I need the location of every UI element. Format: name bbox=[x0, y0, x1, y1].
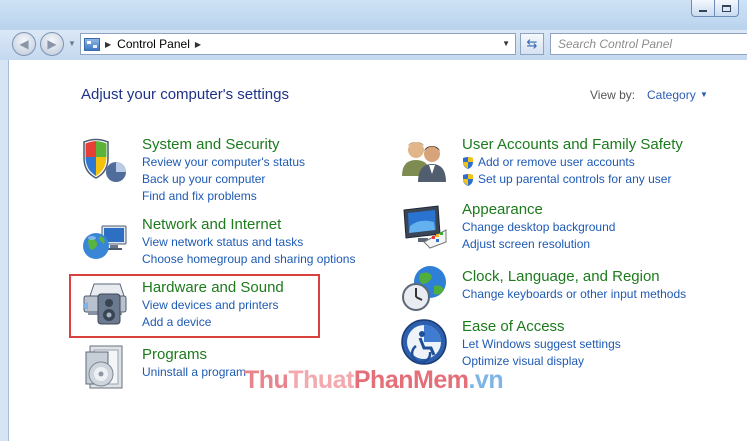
view-by-label: View by: bbox=[590, 88, 636, 102]
shield-icon[interactable] bbox=[80, 136, 128, 184]
monitor-palette-icon[interactable] bbox=[400, 202, 448, 250]
link-add-remove-accounts-label: Add or remove user accounts bbox=[478, 155, 635, 169]
link-windows-suggest-settings[interactable]: Let Windows suggest settings bbox=[462, 336, 621, 353]
category-appearance: Appearance Change desktop background Adj… bbox=[462, 201, 615, 253]
control-panel-icon bbox=[84, 37, 100, 51]
minimize-icon bbox=[699, 9, 707, 12]
link-change-keyboards[interactable]: Change keyboards or other input methods bbox=[462, 286, 686, 303]
maximize-icon bbox=[722, 4, 731, 12]
chevron-down-icon[interactable]: ▼ bbox=[700, 90, 708, 99]
breadcrumb-separator-icon[interactable]: ▶ bbox=[105, 40, 111, 49]
category-title-system-and-security[interactable]: System and Security bbox=[142, 136, 305, 154]
maximize-button[interactable] bbox=[715, 0, 739, 17]
watermark-part-3: PhanMem bbox=[353, 366, 469, 394]
window-controls bbox=[691, 0, 739, 17]
breadcrumb-control-panel[interactable]: Control Panel bbox=[117, 37, 190, 51]
highlight-box bbox=[69, 274, 320, 338]
minimize-button[interactable] bbox=[691, 0, 715, 17]
search-input[interactable]: Search Control Panel bbox=[550, 33, 747, 55]
forward-button[interactable]: ▶ bbox=[40, 32, 64, 56]
category-title-clock-language-region[interactable]: Clock, Language, and Region bbox=[462, 268, 686, 286]
link-change-desktop-background[interactable]: Change desktop background bbox=[462, 219, 615, 236]
forward-arrow-icon: ▶ bbox=[47, 37, 57, 51]
category-clock-language-region: Clock, Language, and Region Change keybo… bbox=[462, 268, 686, 303]
category-title-network-and-internet[interactable]: Network and Internet bbox=[142, 216, 355, 234]
address-dropdown-icon[interactable]: ▼ bbox=[502, 39, 510, 48]
back-button[interactable]: ◀ bbox=[12, 32, 36, 56]
search-placeholder: Search Control Panel bbox=[558, 37, 673, 51]
window-frame-left bbox=[0, 60, 8, 441]
breadcrumb-separator-icon[interactable]: ▶ bbox=[195, 40, 201, 49]
navigation-bar: ◀ ▶ ▼ ▶ Control Panel ▶ ▼ ⇆ Search Contr… bbox=[0, 30, 747, 60]
back-arrow-icon: ◀ bbox=[19, 37, 29, 51]
page-title: Adjust your computer's settings bbox=[81, 86, 289, 103]
link-back-up-computer[interactable]: Back up your computer bbox=[142, 171, 305, 188]
users-icon[interactable] bbox=[400, 134, 448, 182]
programs-disc-icon[interactable] bbox=[80, 344, 128, 392]
link-find-fix-problems[interactable]: Find and fix problems bbox=[142, 188, 305, 205]
category-network-and-internet: Network and Internet View network status… bbox=[142, 216, 355, 268]
link-parental-controls[interactable]: Set up parental controls for any user bbox=[462, 171, 683, 188]
refresh-button[interactable]: ⇆ bbox=[520, 33, 544, 55]
watermark-part-1: Thu bbox=[244, 366, 289, 394]
category-title-user-accounts[interactable]: User Accounts and Family Safety bbox=[462, 136, 683, 154]
category-title-programs[interactable]: Programs bbox=[142, 346, 246, 364]
accessibility-icon[interactable] bbox=[400, 318, 448, 366]
category-title-appearance[interactable]: Appearance bbox=[462, 201, 615, 219]
content-border bbox=[8, 60, 9, 441]
watermark: ThuThuatPhanMem.vn bbox=[244, 366, 504, 395]
category-programs: Programs Uninstall a program bbox=[142, 346, 246, 381]
link-homegroup-sharing[interactable]: Choose homegroup and sharing options bbox=[142, 251, 355, 268]
link-adjust-screen-resolution[interactable]: Adjust screen resolution bbox=[462, 236, 615, 253]
link-review-computer-status[interactable]: Review your computer's status bbox=[142, 154, 305, 171]
link-add-remove-accounts[interactable]: Add or remove user accounts bbox=[462, 154, 683, 171]
refresh-icon: ⇆ bbox=[526, 36, 538, 51]
clock-globe-icon[interactable] bbox=[400, 264, 448, 312]
category-user-accounts: User Accounts and Family Safety Add or r… bbox=[462, 136, 683, 188]
watermark-part-4: .vn bbox=[468, 366, 504, 394]
link-view-network-status[interactable]: View network status and tasks bbox=[142, 234, 355, 251]
recent-pages-dropdown[interactable]: ▼ bbox=[68, 39, 76, 48]
watermark-part-2: Thuat bbox=[288, 366, 354, 394]
globe-network-icon[interactable] bbox=[80, 216, 128, 264]
link-uninstall-program[interactable]: Uninstall a program bbox=[142, 364, 246, 381]
category-ease-of-access: Ease of Access Let Windows suggest setti… bbox=[462, 318, 621, 370]
category-system-and-security: System and Security Review your computer… bbox=[142, 136, 305, 205]
title-bar bbox=[0, 0, 747, 30]
uac-shield-icon bbox=[463, 157, 473, 169]
view-by-dropdown[interactable]: Category bbox=[647, 88, 696, 102]
link-parental-controls-label: Set up parental controls for any user bbox=[478, 172, 672, 186]
uac-shield-icon bbox=[463, 174, 473, 186]
address-bar[interactable]: ▶ Control Panel ▶ ▼ bbox=[80, 33, 516, 55]
category-title-ease-of-access[interactable]: Ease of Access bbox=[462, 318, 621, 336]
